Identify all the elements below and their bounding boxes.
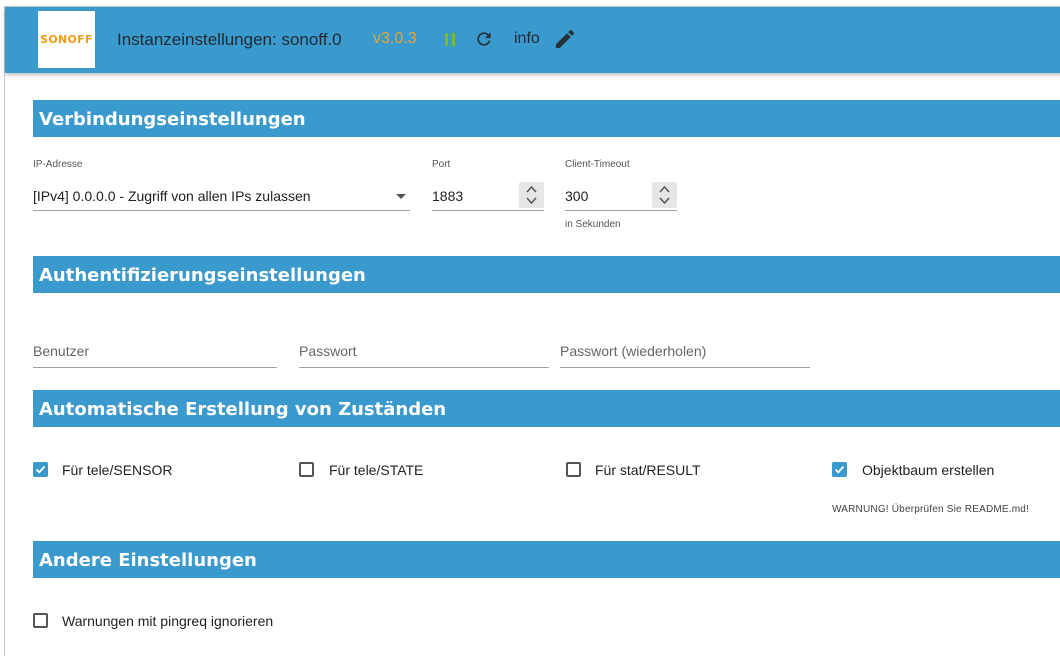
pause-icon[interactable] — [445, 33, 456, 46]
port-input[interactable]: 1883 — [432, 182, 544, 211]
user-input-underline — [33, 367, 277, 368]
checkbox-object-tree[interactable] — [832, 462, 847, 477]
edit-icon[interactable] — [553, 27, 577, 51]
version-label: v3.0.3 — [373, 30, 417, 47]
logo-text: SONOFF — [40, 33, 93, 46]
section-other-heading: Andere Einstellungen — [33, 541, 1060, 578]
timeout-value: 300 — [565, 188, 589, 204]
checkbox-tele-sensor-label: Für tele/SENSOR — [62, 462, 173, 478]
checkbox-object-tree-label: Objektbaum erstellen — [862, 462, 995, 478]
sonoff-logo: SONOFF — [38, 11, 95, 68]
port-stepper[interactable] — [519, 182, 544, 208]
checkbox-tele-state[interactable] — [299, 462, 314, 477]
timeout-input[interactable]: 300 — [565, 182, 677, 211]
password-repeat-input[interactable]: Passwort (wiederholen) — [560, 343, 706, 359]
user-input[interactable]: Benutzer — [33, 343, 89, 359]
info-link[interactable]: info — [514, 30, 540, 48]
ip-select-value: [IPv4] 0.0.0.0 - Zugriff von allen IPs z… — [33, 188, 311, 204]
password-repeat-underline — [560, 367, 810, 368]
chevron-down-icon — [396, 194, 406, 199]
ip-select[interactable]: [IPv4] 0.0.0.0 - Zugriff von allen IPs z… — [33, 182, 410, 211]
checkbox-tele-state-label: Für tele/STATE — [329, 462, 424, 478]
refresh-icon[interactable] — [474, 29, 494, 49]
password-input[interactable]: Passwort — [299, 343, 357, 359]
section-auth-heading: Authentifizierungseinstellungen — [33, 256, 1060, 293]
checkbox-ignore-pingreq[interactable] — [33, 613, 48, 628]
timeout-stepper[interactable] — [652, 182, 677, 208]
readme-warning: WARNUNG! Überprüfen Sie README.md! — [832, 504, 1030, 515]
page-title: Instanzeinstellungen: sonoff.0 — [117, 30, 342, 49]
checkbox-stat-result-label: Für stat/RESULT — [595, 462, 701, 478]
port-value: 1883 — [432, 188, 464, 204]
checkbox-stat-result[interactable] — [566, 462, 581, 477]
section-connection-heading: Verbindungseinstellungen — [33, 100, 1060, 137]
timeout-label: Client-Timeout — [565, 159, 630, 170]
section-states-heading: Automatische Erstellung von Zuständen — [33, 390, 1060, 427]
checkbox-tele-sensor[interactable] — [33, 462, 48, 477]
password-input-underline — [299, 367, 549, 368]
ip-label: IP-Adresse — [33, 159, 83, 170]
port-label: Port — [432, 159, 451, 170]
timeout-hint: in Sekunden — [565, 219, 621, 230]
checkbox-ignore-pingreq-label: Warnungen mit pingreq ignorieren — [62, 613, 274, 629]
